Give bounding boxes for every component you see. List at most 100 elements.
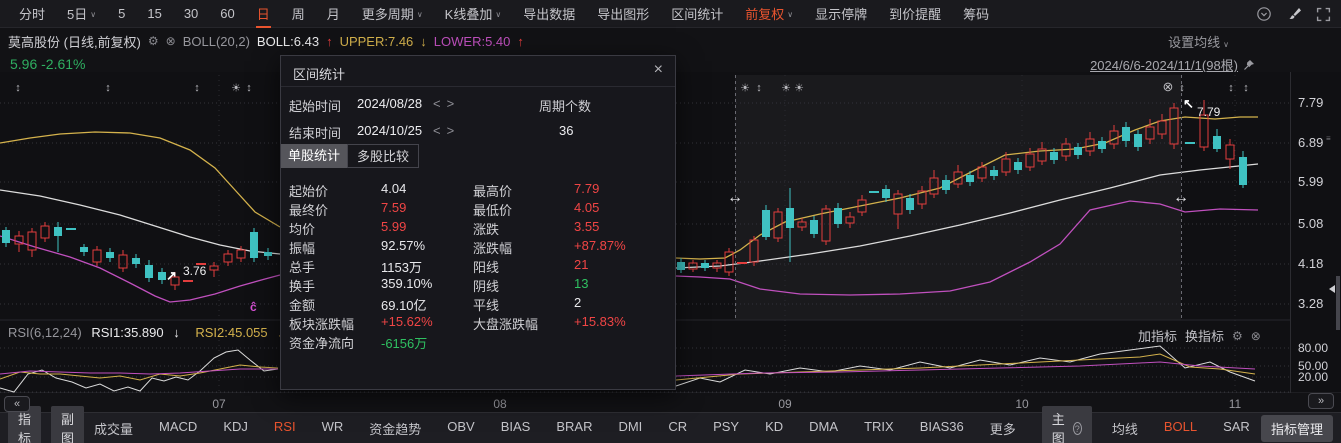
help-icon[interactable]: ? [1073,422,1082,435]
indicator-item-成交量[interactable]: 成交量 [94,419,133,438]
axis-grip-icon[interactable]: ≡ [1326,134,1331,143]
main-indicator-item-均线[interactable]: 均线 [1112,419,1138,438]
indicator-item-更多[interactable]: 更多 [990,419,1016,438]
event-marker-icon[interactable]: ☀ [781,82,791,95]
expand-icon[interactable] [1316,7,1331,22]
main-indicator-item-BOLL[interactable]: BOLL [1164,419,1197,438]
indicator-item-WR[interactable]: WR [322,419,344,438]
indicator-item-PSY[interactable]: PSY [713,419,739,438]
toolbar-item-K线叠加[interactable]: K线叠加∨ [434,0,513,28]
toolbar-item-5[interactable]: 5 [107,0,136,28]
event-marker-icon[interactable]: ☀ [794,82,804,95]
ma-settings-menu[interactable]: 设置均线∨ [1168,32,1229,51]
indicator-item-资金趋势[interactable]: 资金趋势 [369,419,421,438]
start-time-steppers[interactable]: <> [433,96,460,111]
scrollbar-thumb[interactable] [1336,276,1340,330]
indicator-item-BIAS36[interactable]: BIAS36 [920,419,964,438]
indicator-item-DMI[interactable]: DMI [618,419,642,438]
stat-value: 92.57% [381,238,425,253]
gear-icon[interactable]: ⚙ [1232,329,1243,343]
symbol-title: 莫高股份 (日线,前复权) [8,32,141,51]
indicator-item-BRAR[interactable]: BRAR [556,419,592,438]
pane-button-副图[interactable]: 副图 [51,406,84,443]
toolbar-item-日[interactable]: 日 [246,0,281,28]
indicator-item-BIAS[interactable]: BIAS [501,419,531,438]
stat-label: 阴线 [473,276,499,295]
price-axis-label: 4.18 [1298,256,1323,271]
event-marker-icon[interactable]: ↕ [15,82,21,94]
toolbar-item-区间统计[interactable]: 区间统计 [660,0,734,28]
event-marker-icon[interactable]: ↕ [1179,82,1185,94]
event-marker-icon[interactable]: ↕ [756,82,762,94]
toolbar-item-月[interactable]: 月 [316,0,351,28]
indicator-item-KD[interactable]: KD [765,419,783,438]
toolbar-item-筹码[interactable]: 筹码 [952,0,1000,28]
stat-label: 金额 [289,295,315,314]
toolbar-item-更多周期[interactable]: 更多周期∨ [351,0,434,28]
add-indicator-button[interactable]: 加指标 [1138,326,1177,345]
toolbar-item-到价提醒[interactable]: 到价提醒 [878,0,952,28]
tab-multi-stock-compare[interactable]: 多股比较 [347,144,419,168]
end-time-steppers[interactable]: <> [433,123,460,138]
date-axis-label: 08 [493,397,506,411]
stat-value: 359.10% [381,276,432,291]
event-marker-icon[interactable]: ↕ [1228,82,1234,94]
event-marker-icon[interactable]: ↕ [246,82,252,94]
switch-indicator-button[interactable]: 换指标 [1185,326,1224,345]
scroll-left-button[interactable]: « [4,396,30,412]
stat-value: 4.05 [574,200,599,215]
toolbar-item-15[interactable]: 15 [136,0,172,28]
interval-stats-dialog: 区间统计 × 起始时间 2024/08/28 <> 周期个数 结束时间 2024… [280,55,676,390]
event-marker-icon[interactable]: ↕ [1243,82,1249,94]
stat-value: 21 [574,257,588,272]
indicator-manage-button[interactable]: 指标管理 [1261,415,1333,442]
period-count-label: 周期个数 [539,96,591,115]
indicator-item-OBV[interactable]: OBV [447,419,474,438]
indicator-item-TRIX[interactable]: TRIX [864,419,894,438]
clock-dropdown-icon[interactable] [1256,6,1272,22]
scroll-right-button[interactable]: » [1308,393,1334,409]
tab-single-stock-stats[interactable]: 单股统计 [281,144,347,168]
toolbar-item-分时[interactable]: 分时 [8,0,56,28]
price-axis-label: 3.28 [1298,296,1323,311]
main-indicator-item-SAR[interactable]: SAR [1223,419,1250,438]
toolbar-item-30[interactable]: 30 [173,0,209,28]
brush-icon[interactable] [1286,6,1302,22]
start-time-value[interactable]: 2024/08/28 [357,96,422,111]
stat-label: 均价 [289,219,315,238]
event-marker-icon[interactable]: ⊗ [1163,79,1174,95]
indicator-item-DMA[interactable]: DMA [809,419,838,438]
pin-icon[interactable] [1243,59,1255,71]
close-pane-icon[interactable]: ⊗ [1251,329,1261,343]
stat-label: 振幅 [289,238,315,257]
selection-resize-handle[interactable]: ↔ [727,189,743,207]
toolbar-item-导出图形[interactable]: 导出图形 [586,0,660,28]
event-marker-icon[interactable]: ↕ [194,82,200,94]
stat-label: 起始价 [289,181,328,200]
event-marker-icon[interactable]: ↕ [105,82,111,94]
rsi-params[interactable]: RSI(6,12,24) [8,325,82,340]
toolbar-item-周[interactable]: 周 [281,0,316,28]
indicator-item-KDJ[interactable]: KDJ [223,419,248,438]
toolbar-item-显示停牌[interactable]: 显示停牌 [804,0,878,28]
boll-arrow: ↑ [326,34,333,49]
stat-label: 最高价 [473,181,512,200]
main-chart-button[interactable]: 主图 ? [1042,406,1092,443]
toolbar-item-5日[interactable]: 5日∨ [56,0,107,28]
toolbar-item-前复权[interactable]: 前复权∨ [734,0,804,28]
toolbar-item-导出数据[interactable]: 导出数据 [512,0,586,28]
indicator-item-RSI[interactable]: RSI [274,419,296,438]
quote-change: -2.61% [41,56,85,72]
indicator-name[interactable]: BOLL(20,2) [183,34,250,49]
selection-resize-handle[interactable]: ↔ [1173,189,1189,207]
close-indicator-icon[interactable]: ⊗ [166,34,176,48]
event-marker-icon[interactable]: ☀ [740,82,750,95]
event-marker-icon[interactable]: ☀ [231,82,241,95]
price-axis-label: 5.08 [1298,216,1323,231]
gear-icon[interactable]: ⚙ [148,34,159,48]
close-icon[interactable]: × [654,61,663,79]
toolbar-item-60[interactable]: 60 [209,0,245,28]
end-time-value[interactable]: 2024/10/25 [357,123,422,138]
indicator-item-MACD[interactable]: MACD [159,419,197,438]
indicator-item-CR[interactable]: CR [668,419,687,438]
